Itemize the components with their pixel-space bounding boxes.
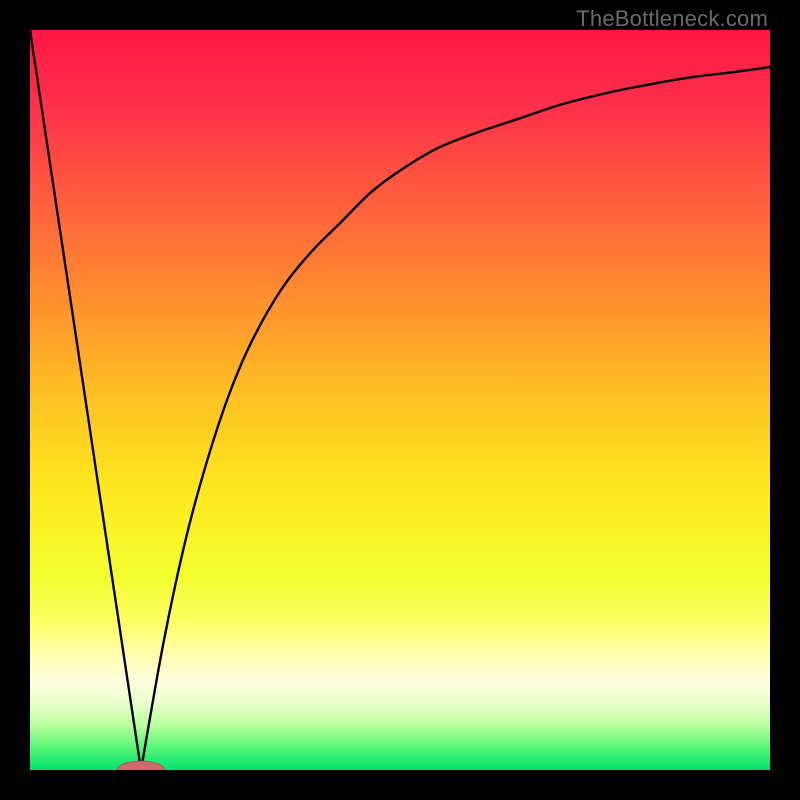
chart-svg [30,30,770,770]
outer-frame: TheBottleneck.com [0,0,800,800]
gradient-background [30,30,770,770]
chart-area [30,30,770,770]
watermark-text: TheBottleneck.com [576,6,768,32]
